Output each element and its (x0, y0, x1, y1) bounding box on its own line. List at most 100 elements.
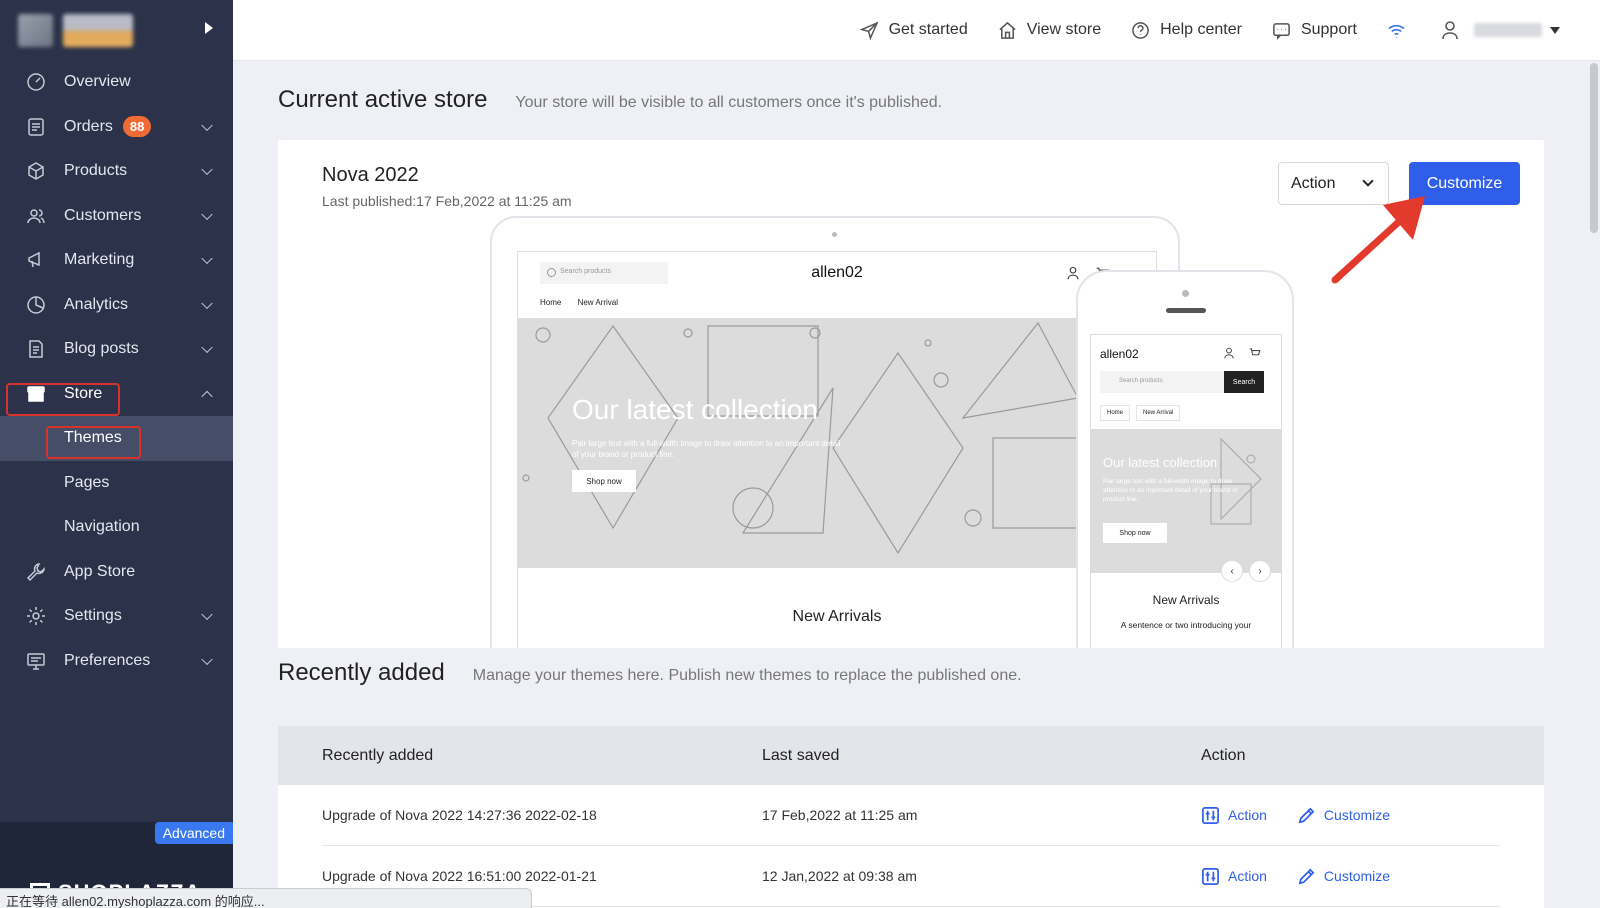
sidebar-subitem-navigation[interactable]: Navigation (0, 505, 233, 550)
get-started-link[interactable]: Get started (859, 20, 968, 40)
themes-highlight-box (46, 426, 141, 459)
help-center-link[interactable]: Help center (1131, 21, 1242, 40)
chevron-down-icon (201, 297, 213, 309)
preview-shop-now-button: Shop now (572, 470, 636, 492)
orders-count-badge: 88 (122, 116, 152, 138)
sidebar-item-marketing[interactable]: Marketing (0, 238, 233, 283)
column-header-name: Recently added (322, 746, 434, 764)
section-title: Current active store (278, 86, 488, 113)
section-description: Your store will be visible to all custom… (515, 94, 943, 111)
sidebar-item-settings[interactable]: Settings (0, 594, 233, 639)
sidebar-item-label: Settings (64, 607, 122, 625)
box-icon (26, 161, 46, 181)
preview-new-arrivals: New Arrivals (792, 608, 882, 625)
sidebar-item-blog-posts[interactable]: Blog posts (0, 327, 233, 372)
tablet-screen: Search products allen02 Home New Arrival (517, 251, 1157, 648)
phone-camera (1182, 290, 1189, 297)
phone-hero-subtitle: Pair large text with a full-width image … (1103, 478, 1239, 503)
sidebar-item-analytics[interactable]: Analytics (0, 283, 233, 328)
help-center-label: Help center (1160, 21, 1242, 38)
sidebar-item-label: Preferences (64, 651, 151, 669)
monitor-icon (26, 651, 46, 671)
phone-shop-now-button: Shop now (1103, 523, 1167, 543)
row-customize-link[interactable]: Customize (1297, 867, 1390, 886)
sidebar-item-app-store[interactable]: App Store (0, 550, 233, 595)
phone-screen: allen02 Search products Search Home New … (1090, 334, 1282, 648)
chevron-down-icon (201, 653, 213, 665)
sidebar-subitem-label: Pages (64, 473, 110, 491)
recent-description: Manage your themes here. Publish new the… (472, 667, 1022, 684)
chevron-right-icon: › (1249, 560, 1271, 582)
column-header-last-saved: Last saved (762, 746, 840, 764)
theme-row-saved: 12 Jan,2022 at 09:38 am (762, 868, 917, 884)
phone-store-brand: allen02 (1100, 347, 1139, 361)
sidebar-item-customers[interactable]: Customers (0, 194, 233, 239)
sidebar-item-label: Analytics (64, 295, 129, 313)
row-customize-link[interactable]: Customize (1297, 806, 1390, 825)
store-name-redacted (63, 13, 133, 47)
last-published: Last published:17 Feb,2022 at 11:25 am (322, 193, 572, 209)
preview-store-brand: allen02 (811, 264, 863, 281)
sidebar-item-orders[interactable]: Orders 88 (0, 105, 233, 150)
sidebar-item-label: Marketing (64, 251, 135, 269)
users-icon (26, 206, 46, 226)
preview-nav-home: Home (540, 298, 562, 307)
logo-image (18, 13, 53, 47)
recent-title: Recently added (278, 659, 445, 686)
chevron-down-icon (201, 208, 213, 220)
pencil-icon (1298, 807, 1315, 823)
chevron-down-icon (201, 252, 213, 265)
row-actions: Action Customize (1201, 867, 1420, 886)
phone-user-icon (1224, 347, 1234, 359)
preview-hero-subtitle: Pair large text with a full-width image … (572, 439, 841, 459)
sidebar-subitem-pages[interactable]: Pages (0, 461, 233, 506)
table-header: Recently added Last saved Action (278, 726, 1544, 785)
row-action-link[interactable]: Action (1201, 806, 1267, 825)
phone-preview: allen02 Search products Search Home New … (1076, 270, 1294, 648)
chat-icon (1273, 22, 1290, 40)
tablet-camera (832, 232, 837, 237)
phone-nav: Home New Arrival (1100, 405, 1186, 421)
row-action-label: Action (1228, 868, 1267, 884)
orders-icon (26, 117, 46, 137)
recent-section-header: Recently added Manage your themes here. … (278, 659, 1022, 687)
send-icon (859, 20, 879, 40)
page-scrollbar[interactable] (1590, 63, 1598, 233)
row-customize-label: Customize (1323, 807, 1391, 823)
user-menu[interactable] (1440, 20, 1560, 40)
support-label: Support (1300, 21, 1357, 38)
sidebar-item-label: Orders (64, 117, 113, 135)
get-started-label: Get started (888, 21, 968, 38)
connection-status[interactable] (1387, 21, 1416, 40)
row-customize-label: Customize (1323, 868, 1391, 884)
row-action-link[interactable]: Action (1201, 867, 1267, 886)
phone-nav-home: Home (1100, 405, 1131, 421)
pie-chart-icon (26, 295, 46, 315)
phone-search-box: Search products (1100, 371, 1224, 393)
collapse-toggle-icon[interactable] (205, 22, 213, 34)
sidebar-item-products[interactable]: Products (0, 149, 233, 194)
chevron-up-icon (201, 390, 213, 402)
caret-down-icon (1550, 26, 1560, 34)
row-action-label: Action (1228, 807, 1267, 823)
chevron-down-icon (1362, 175, 1374, 187)
red-arrow-annotation (1331, 196, 1425, 284)
sidebar-item-label: App Store (64, 562, 136, 580)
support-link[interactable]: Support (1272, 21, 1357, 40)
chevron-down-icon (201, 341, 213, 354)
theme-row-name: Upgrade of Nova 2022 16:51:00 2022-01-21 (322, 868, 597, 884)
view-store-link[interactable]: View store (998, 21, 1101, 40)
sidebar-item-overview[interactable]: Overview (0, 60, 233, 105)
wrench-icon (26, 562, 46, 582)
sidebar-item-label: Customers (64, 206, 142, 224)
chevron-down-icon (201, 119, 213, 131)
phone-hero-banner: Our latest collection Pair large text wi… (1091, 429, 1281, 573)
phone-hero-title: Our latest collection (1103, 455, 1218, 470)
store-logo[interactable] (0, 0, 233, 60)
top-bar: Get started View store Help center Suppo… (233, 0, 1600, 61)
theme-name: Nova 2022 (322, 164, 419, 186)
phone-search-button: Search (1224, 371, 1264, 393)
home-icon (999, 21, 1016, 39)
sidebar-item-preferences[interactable]: Preferences (0, 639, 233, 684)
user-icon (1442, 21, 1458, 40)
